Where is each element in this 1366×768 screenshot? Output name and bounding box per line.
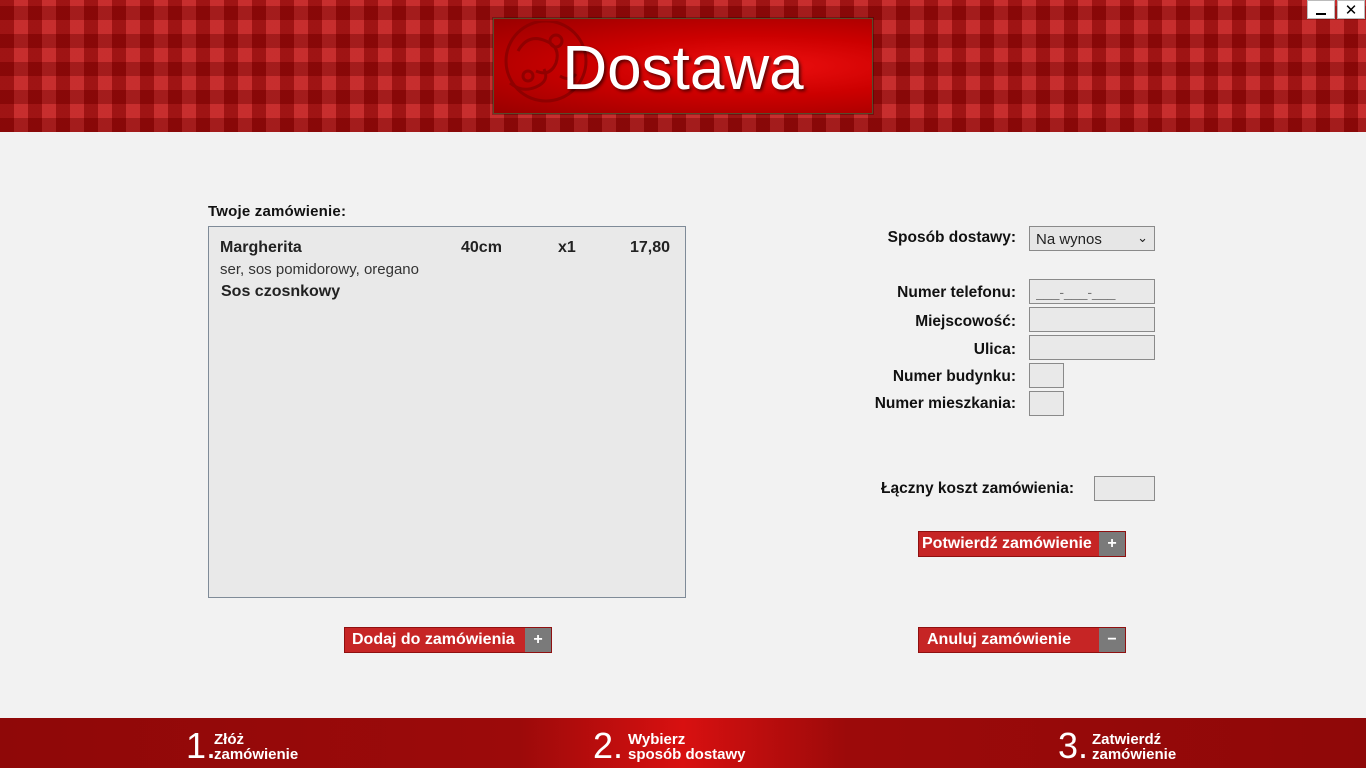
chevron-down-icon: ⌄ [1137,230,1148,245]
street-label: Ulica: [973,341,1016,358]
order-item-name: Sos czosnkowy [221,283,341,300]
total-cost-label: Łączny koszt zamówienia: [881,480,1074,497]
confirm-order-button[interactable]: Potwierdź zamówienie + [918,531,1126,557]
minus-icon: − [1099,628,1125,652]
street-input[interactable] [1029,335,1155,360]
order-item-qty: x1 [558,239,576,256]
step-number: 2. [593,725,624,766]
order-item-name: Margherita [220,239,302,256]
cancel-order-label: Anuluj zamówienie [927,631,1072,648]
add-to-order-button[interactable]: Dodaj do zamówienia + [344,627,552,653]
city-input[interactable] [1029,307,1155,332]
order-label: Twoje zamówienie: [208,203,347,220]
step-text-line1: Złóż [214,731,244,748]
add-to-order-label: Dodaj do zamówienia [352,631,515,648]
order-item-size: 40cm [461,239,502,256]
building-number-label: Numer budynku: [892,368,1016,385]
apartment-number-label: Numer mieszkania: [874,395,1016,412]
page-title-box: Dostawa [493,18,873,114]
step-text-line2: sposób dostawy [628,746,746,763]
order-list[interactable]: Margherita 40cm x1 17,80 ser, sos pomido… [208,226,686,598]
minimize-button[interactable] [1307,0,1335,19]
delivery-method-value: Na wynos [1036,231,1102,248]
building-number-input[interactable] [1029,363,1064,388]
order-item-price: 17,80 [630,239,671,256]
close-icon: ✕ [1344,1,1358,19]
page-title: Dostawa [562,34,804,103]
confirm-order-label: Potwierdź zamówienie [922,535,1092,552]
progress-steps: 1. Złóż zamówienie 2. Wybierz sposób dos… [0,718,1366,768]
close-button[interactable]: ✕ [1337,0,1365,19]
apartment-number-input[interactable] [1029,391,1064,416]
delivery-method-label: Sposób dostawy: [887,229,1016,246]
minimize-icon [1316,12,1326,15]
order-item-description: ser, sos pomidorowy, oregano [220,261,419,278]
plus-icon: + [1099,532,1125,556]
step-number: 3. [1058,725,1089,766]
cancel-order-button[interactable]: Anuluj zamówienie − [918,627,1126,653]
city-label: Miejscowość: [915,313,1016,330]
step-text-line2: zamówienie [1092,746,1177,763]
phone-input[interactable] [1029,279,1155,304]
header-banner: Dostawa ✕ [0,0,1366,132]
delivery-method-select[interactable]: Na wynos ⌄ [1029,226,1155,251]
step-text-line1: Wybierz [628,731,686,748]
plus-icon: + [525,628,551,652]
phone-label: Numer telefonu: [897,284,1016,301]
step-number: 1. [186,725,217,766]
total-cost-field [1094,476,1155,501]
step-text-line1: Zatwierdź [1092,731,1162,748]
step-text-line2: zamówienie [214,746,299,763]
